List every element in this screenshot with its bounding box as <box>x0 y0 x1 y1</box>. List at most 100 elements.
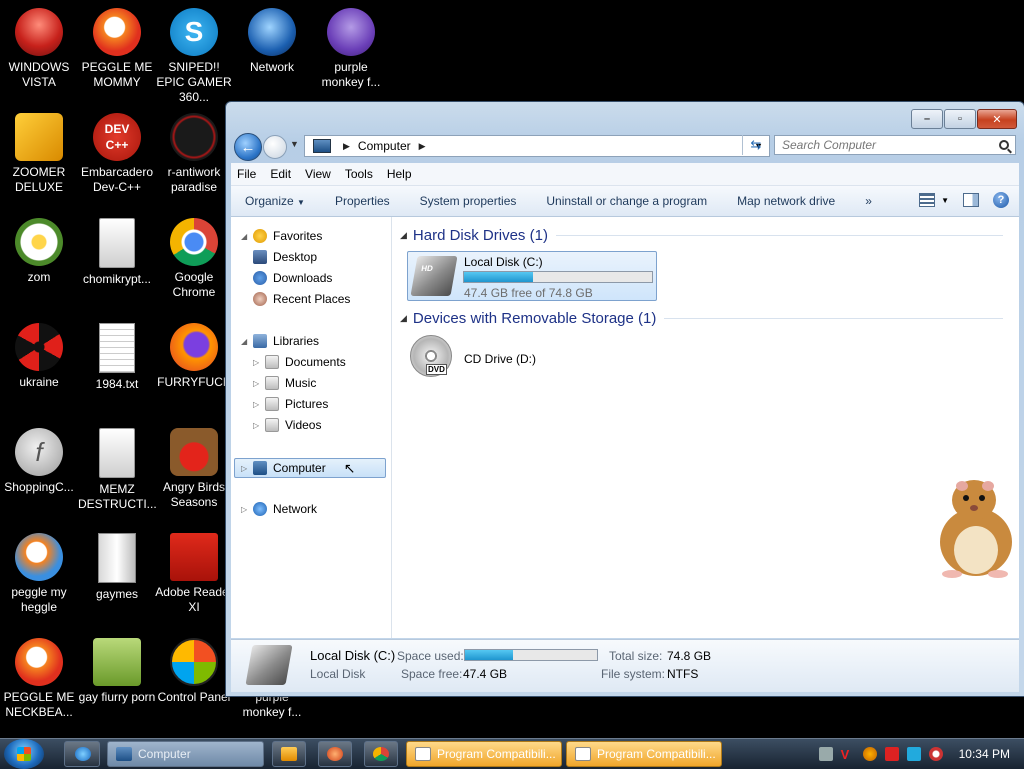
maximize-button[interactable]: ▫ <box>944 109 976 129</box>
hamster-desktop-pet[interactable] <box>932 476 1016 580</box>
desktop-icon-google-chrome[interactable]: Google Chrome <box>155 218 233 300</box>
tray-antivirus-icon[interactable]: V <box>841 747 855 762</box>
expand-arrow-icon[interactable]: ▷ <box>253 421 261 430</box>
desktop-icon-memz[interactable]: MEMZ DESTRUCTI... <box>78 428 157 512</box>
desktop-icon-gay-fiurry[interactable]: gay fiurry porn <box>78 638 156 705</box>
collapse-arrow-icon[interactable]: ◢ <box>400 313 407 324</box>
menu-view[interactable]: View <box>305 167 331 181</box>
clock[interactable]: 10:34 PM <box>959 747 1010 761</box>
breadcrumb-arrow-icon[interactable]: ▶ <box>343 141 350 152</box>
start-button[interactable] <box>4 739 44 769</box>
expand-arrow-icon[interactable]: ▷ <box>253 379 261 388</box>
nav-network[interactable]: ▷ Network <box>241 502 317 516</box>
ie-quicklaunch[interactable] <box>64 741 100 767</box>
desktop-icon-peggle-me-mommy[interactable]: PEGGLE ME MOMMY <box>78 8 156 90</box>
preview-pane-icon[interactable] <box>963 193 979 207</box>
desktop-icon-angry-birds[interactable]: Angry Birds Seasons <box>155 428 233 510</box>
skype-icon: S <box>170 8 218 56</box>
drive-local-disk-c[interactable]: Local Disk (C:) 47.4 GB free of 74.8 GB <box>407 251 657 301</box>
collapse-arrow-icon[interactable]: ◢ <box>241 337 249 346</box>
organize-button[interactable]: Organize ▼ <box>245 194 305 208</box>
desktop-icon-adobe-reader[interactable]: Adobe Reader XI <box>155 533 233 615</box>
map-network-drive-button[interactable]: Map network drive <box>737 194 835 208</box>
desktop-icon-network[interactable]: Network <box>233 8 311 75</box>
desktop-icon-1984-txt[interactable]: 1984.txt <box>78 323 156 392</box>
tray-volume-icon[interactable] <box>928 747 943 761</box>
nav-desktop[interactable]: Desktop <box>253 250 317 264</box>
details-type: Local Disk <box>310 667 366 681</box>
taskbar-button-program-compat-1[interactable]: Program Compatibili... <box>406 741 562 767</box>
collapse-arrow-icon[interactable]: ◢ <box>241 232 249 241</box>
collapse-arrow-icon[interactable]: ◢ <box>400 230 407 241</box>
desktop-icon-peggle-my-heggle[interactable]: peggle my heggle <box>0 533 78 615</box>
network-icon <box>253 502 267 516</box>
close-button[interactable]: ✕ <box>977 109 1017 129</box>
change-view-icon[interactable] <box>919 193 936 207</box>
desktop-icon-furryfuck[interactable]: FURRYFUCK <box>155 323 233 390</box>
app-quicklaunch[interactable] <box>318 741 352 767</box>
group-removable-storage[interactable]: ◢ Devices with Removable Storage (1) <box>400 310 1003 327</box>
desktop-icon-peggle-neckbeard[interactable]: PEGGLE ME NECKBEA... <box>0 638 78 720</box>
breadcrumb-arrow-icon[interactable]: ▶ <box>419 141 426 152</box>
tray-app-icon[interactable] <box>818 747 833 761</box>
system-properties-button[interactable]: System properties <box>420 194 517 208</box>
recent-pages-dropdown[interactable]: ▼ <box>290 139 299 149</box>
forward-button[interactable] <box>263 135 287 159</box>
adobe-reader-icon <box>170 533 218 581</box>
nav-favorites[interactable]: ◢ Favorites <box>241 229 322 243</box>
nav-libraries[interactable]: ◢ Libraries <box>241 334 319 348</box>
expand-arrow-icon[interactable]: ▷ <box>253 400 261 409</box>
desktop-icon-purple-monkey[interactable]: purple monkey f... <box>312 8 390 90</box>
desktop-icon-zoomer-deluxe[interactable]: ZOOMER DELUXE <box>0 113 78 195</box>
minimize-button[interactable]: – <box>911 109 943 129</box>
expand-arrow-icon[interactable]: ▷ <box>241 464 249 473</box>
menu-tools[interactable]: Tools <box>345 167 373 181</box>
breadcrumb-computer[interactable]: Computer <box>358 139 411 153</box>
uninstall-program-button[interactable]: Uninstall or change a program <box>546 194 707 208</box>
menu-help[interactable]: Help <box>387 167 412 181</box>
chrome-quicklaunch[interactable] <box>364 741 398 767</box>
desktop-icon-ukraine[interactable]: ukraine <box>0 323 78 390</box>
properties-button[interactable]: Properties <box>335 194 390 208</box>
radiation-icon <box>15 323 63 371</box>
search-icon[interactable] <box>999 140 1009 150</box>
expand-arrow-icon[interactable]: ▷ <box>253 358 261 367</box>
nav-documents[interactable]: ▷ Documents <box>253 355 346 369</box>
expand-arrow-icon[interactable]: ▷ <box>241 505 249 514</box>
nav-pictures[interactable]: ▷ Pictures <box>253 397 328 411</box>
menu-edit[interactable]: Edit <box>270 167 291 181</box>
menu-file[interactable]: File <box>237 167 256 181</box>
taskbar-computer-label: Computer <box>138 747 191 761</box>
taskbar-button-computer[interactable]: Computer <box>107 741 264 767</box>
back-button[interactable]: ← <box>234 133 262 161</box>
more-commands-button[interactable]: » <box>865 194 872 208</box>
desktop-icon-gaymes[interactable]: gaymes <box>78 533 156 602</box>
system-tray: V 10:34 PM <box>818 739 1024 769</box>
desktop-icon-windows-vista[interactable]: WINDOWS VISTA <box>0 8 78 90</box>
nav-music[interactable]: ▷ Music <box>253 376 316 390</box>
desktop-icon-sniped[interactable]: S SNIPED!! EPIC GAMER 360... <box>155 8 233 105</box>
tray-flag-icon[interactable] <box>884 747 899 761</box>
desktop-icon-chomikrypt[interactable]: chomikrypt... <box>78 218 156 287</box>
nav-recent-places[interactable]: Recent Places <box>253 292 350 306</box>
search-input[interactable]: Search Computer <box>774 135 1016 155</box>
nav-documents-label: Documents <box>285 355 346 369</box>
taskbar-button-program-compat-2[interactable]: Program Compatibili... <box>566 741 722 767</box>
hard-drive-icon <box>245 645 293 685</box>
desktop-icon-control-panel[interactable]: Control Panel <box>155 638 233 705</box>
nav-computer[interactable]: ▷ Computer ↖ <box>234 458 386 478</box>
media-player-quicklaunch[interactable] <box>272 741 306 767</box>
desktop-icon-zom[interactable]: zom <box>0 218 78 285</box>
tray-network-icon[interactable] <box>906 747 921 761</box>
desktop-icon-devcpp[interactable]: DEV C++ Embarcadero Dev-C++ <box>78 113 156 195</box>
nav-videos[interactable]: ▷ Videos <box>253 418 321 432</box>
desktop-icon-r-antiwork[interactable]: r-antiwork paradise <box>155 113 233 195</box>
help-icon[interactable]: ? <box>993 192 1009 208</box>
address-bar[interactable]: ▶ Computer ▶ ▼ <box>304 135 770 157</box>
group-hard-disk-drives[interactable]: ◢ Hard Disk Drives (1) <box>400 227 1003 244</box>
view-dropdown-icon[interactable]: ▼ <box>941 196 949 205</box>
nav-downloads[interactable]: Downloads <box>253 271 332 285</box>
desktop-icon-shopping[interactable]: f ShoppingC... <box>0 428 78 495</box>
tray-search-icon[interactable] <box>862 747 877 761</box>
refresh-button[interactable]: ⇆ <box>742 135 769 155</box>
